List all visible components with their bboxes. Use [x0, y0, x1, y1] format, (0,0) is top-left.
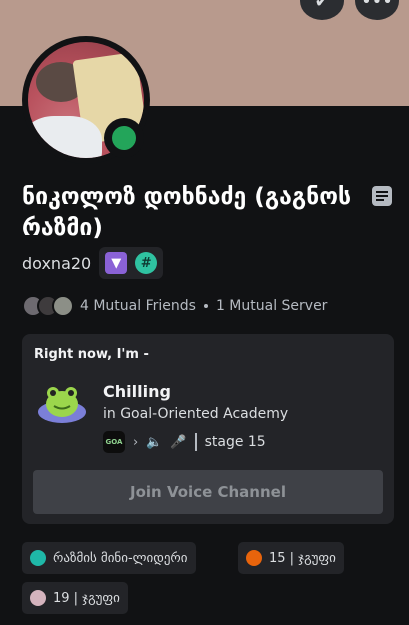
separator-dot [203, 304, 208, 308]
microphone-muted-icon: 🎤 [170, 434, 187, 450]
voice-channel-name: stage 15 [204, 434, 266, 450]
frog-activity-icon [38, 387, 86, 423]
mutual-friends-link[interactable]: 4 Mutual Friends [80, 298, 196, 314]
role-pill[interactable]: 15 | ჯგუფი [238, 542, 344, 574]
activity-subtitle: in Goal-Oriented Academy [103, 406, 289, 422]
display-name: ნიკოლოზ დოხნაძე (გაგნოს რაზმი) [22, 184, 352, 241]
role-label: 15 | ჯგუფი [269, 550, 336, 566]
more-icon: ••• [361, 0, 393, 12]
speaker-icon: 🔈 [146, 434, 163, 450]
activity-title: Chilling [103, 382, 171, 401]
nitro-badge-icon[interactable]: ▼ [105, 252, 128, 274]
mutual-friend-avatars[interactable] [22, 295, 74, 317]
online-status-icon [112, 126, 136, 150]
activity-header: Right now, I'm - [34, 347, 149, 362]
role-label: რაზმის მინი-ლიდერი [53, 550, 188, 566]
note-icon[interactable] [372, 186, 392, 206]
status-indicator [104, 118, 144, 158]
role-label: 19 | ჯგუფი [53, 590, 120, 606]
role-color-dot [30, 550, 46, 566]
server-icon: GOA [103, 431, 125, 453]
mutual-avatar [52, 295, 74, 317]
add-friend-check-icon: ✔ [314, 0, 330, 12]
role-color-dot [246, 550, 262, 566]
join-voice-channel-button[interactable]: Join Voice Channel [33, 470, 383, 514]
role-pill[interactable]: რაზმის მინი-ლიდერი [22, 542, 196, 574]
chevron-right-icon: › [133, 434, 139, 450]
mutual-servers-link[interactable]: 1 Mutual Server [216, 298, 328, 314]
divider [194, 433, 197, 451]
voice-channel-info: GOA › 🔈 🎤 stage 15 [103, 431, 266, 453]
activity-card: Right now, I'm - Chilling in Goal-Orient… [22, 334, 394, 524]
role-color-dot [30, 590, 46, 606]
badge-list: ▼ # [99, 247, 164, 279]
username[interactable]: doxna20 [22, 254, 91, 273]
role-pill[interactable]: 19 | ჯგუფი [22, 582, 128, 614]
username-row: doxna20 ▼ # [22, 246, 164, 280]
mutuals-row: 4 Mutual Friends 1 Mutual Server [22, 294, 327, 318]
hashtag-badge-icon[interactable]: # [135, 252, 158, 274]
